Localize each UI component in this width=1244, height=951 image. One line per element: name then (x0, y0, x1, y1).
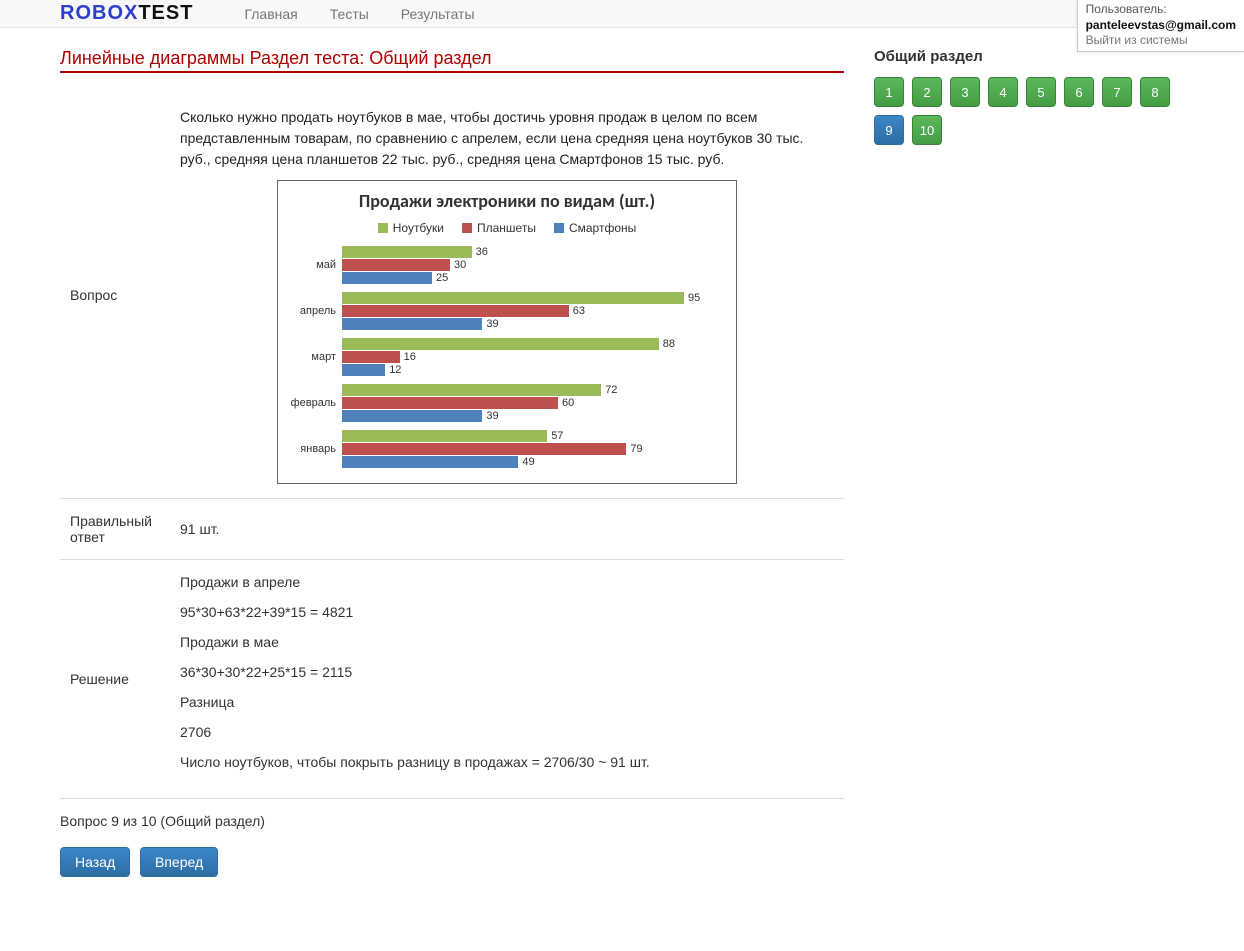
question-label: Вопрос (60, 93, 170, 498)
user-email: panteleevstas@gmail.com (1086, 18, 1236, 34)
chart-category: март 88 1612 (286, 337, 728, 377)
solution-line: 95*30+63*22+39*15 = 4821 (180, 604, 834, 620)
solution-line: 36*30+30*22+25*15 = 2115 (180, 664, 834, 680)
question-nav: 12345678 9 10 (874, 77, 1204, 145)
solution-body: Продажи в апреле 95*30+63*22+39*15 = 4821… (170, 559, 844, 798)
back-button[interactable]: Назад (60, 847, 130, 877)
legend-label: Ноутбуки (393, 221, 444, 235)
legend-swatch (462, 223, 472, 233)
bar (342, 384, 601, 396)
question-nav-2[interactable]: 2 (912, 77, 942, 107)
chart-category: май 36 30 25 (286, 245, 728, 285)
solution-line: Продажи в апреле (180, 574, 834, 590)
bar (342, 318, 482, 330)
bar (342, 397, 558, 409)
bar-value: 72 (605, 384, 617, 396)
nav-tests[interactable]: Тесты (314, 6, 385, 22)
legend-label: Планшеты (477, 221, 536, 235)
logout-link[interactable]: Выйти из системы (1086, 33, 1236, 49)
legend-label: Смартфоны (569, 221, 636, 235)
solution-line: 2706 (180, 724, 834, 740)
answer-value: 91 шт. (170, 498, 844, 559)
chart-body: май 36 30 25 апрель 95 63 39 март 88 1612 февраль 72… (286, 245, 728, 469)
question-nav-8[interactable]: 8 (1140, 77, 1170, 107)
question-nav-1[interactable]: 1 (874, 77, 904, 107)
navbar: ROBOXTEST Главная Тесты Результаты Польз… (0, 0, 1244, 28)
category-label: апрель (286, 305, 342, 317)
bar (342, 259, 450, 271)
bar-value: 36 (476, 246, 488, 258)
page-title: Линейные диаграммы Раздел теста: Общий р… (60, 48, 844, 69)
bar-value: 12 (389, 364, 401, 376)
brand-logo[interactable]: ROBOXTEST (60, 2, 193, 25)
bar-value: 16 (404, 351, 416, 363)
chart-category: февраль 72 60 39 (286, 383, 728, 423)
bar-value: 63 (573, 305, 585, 317)
nav-home[interactable]: Главная (228, 6, 313, 22)
bar-value: 57 (551, 430, 563, 442)
bar (342, 364, 385, 376)
bar (342, 443, 626, 455)
next-button[interactable]: Вперед (140, 847, 218, 877)
bar (342, 305, 569, 317)
bar (342, 338, 659, 350)
solution-label: Решение (60, 559, 170, 798)
bar-value: 39 (486, 318, 498, 330)
legend-item: Планшеты (462, 221, 536, 235)
bar (342, 246, 472, 258)
main-content: Линейные диаграммы Раздел теста: Общий р… (60, 48, 844, 877)
category-label: январь (286, 443, 342, 455)
bar-value: 95 (688, 292, 700, 304)
chart-title: Продажи электроники по видам (шт.) (286, 191, 728, 213)
chart-category: январь 57 79 49 (286, 429, 728, 469)
question-nav-4[interactable]: 4 (988, 77, 1018, 107)
solution-line: Продажи в мае (180, 634, 834, 650)
question-table: Вопрос Сколько нужно продать ноутбуков в… (60, 93, 844, 799)
bar-value: 88 (663, 338, 675, 350)
bar-value: 60 (562, 397, 574, 409)
nav-results[interactable]: Результаты (385, 6, 491, 22)
legend-swatch (554, 223, 564, 233)
bar-value: 25 (436, 272, 448, 284)
legend-swatch (378, 223, 388, 233)
legend-item: Смартфоны (554, 221, 636, 235)
category-label: март (286, 351, 342, 363)
solution-line: Разница (180, 694, 834, 710)
question-nav-10[interactable]: 10 (912, 115, 942, 145)
chart: Продажи электроники по видам (шт.) Ноутб… (277, 180, 737, 484)
question-nav-3[interactable]: 3 (950, 77, 980, 107)
sidebar: Общий раздел 12345678910 (874, 48, 1204, 877)
user-box: Пользователь: panteleevstas@gmail.com Вы… (1077, 0, 1244, 52)
bar (342, 410, 482, 422)
question-nav-6[interactable]: 6 (1064, 77, 1094, 107)
solution-line: Число ноутбуков, чтобы покрыть разницу в… (180, 754, 834, 770)
bar (342, 430, 547, 442)
category-label: май (286, 259, 342, 271)
bar (342, 292, 684, 304)
bar (342, 272, 432, 284)
bar-value: 30 (454, 259, 466, 271)
question-text: Сколько нужно продать ноутбуков в мае, ч… (180, 107, 834, 170)
bar-value: 49 (522, 456, 534, 468)
legend-item: Ноутбуки (378, 221, 444, 235)
bar-value: 79 (630, 443, 642, 455)
bar (342, 351, 400, 363)
progress-text: Вопрос 9 из 10 (Общий раздел) (60, 813, 844, 829)
bar-value: 39 (486, 410, 498, 422)
question-nav-9[interactable]: 9 (874, 115, 904, 145)
chart-category: апрель 95 63 39 (286, 291, 728, 331)
bar (342, 456, 518, 468)
question-nav-5[interactable]: 5 (1026, 77, 1056, 107)
user-label: Пользователь: (1086, 2, 1167, 16)
category-label: февраль (286, 397, 342, 409)
question-nav-7[interactable]: 7 (1102, 77, 1132, 107)
answer-label: Правильный ответ (60, 498, 170, 559)
chart-legend: Ноутбуки Планшеты Смартфоны (286, 221, 728, 235)
